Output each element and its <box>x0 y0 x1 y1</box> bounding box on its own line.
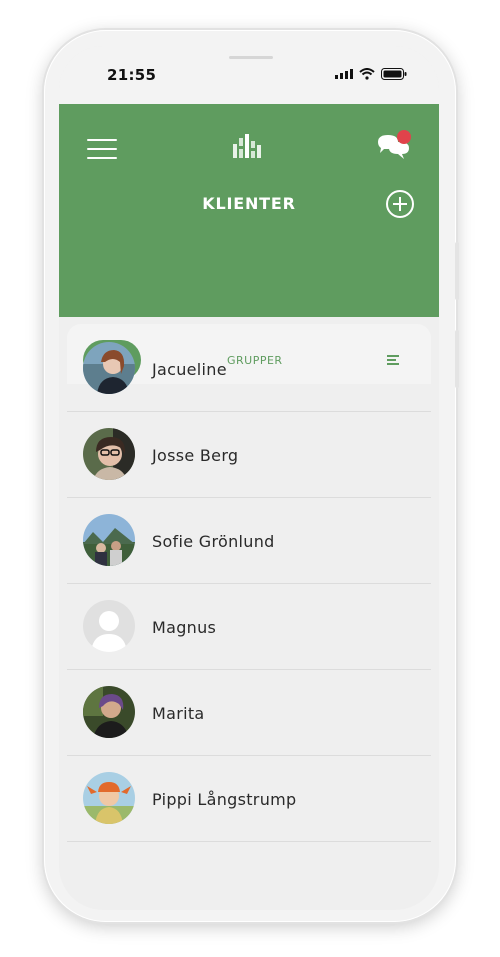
status-icons <box>335 68 407 80</box>
phone-side-button <box>455 330 459 388</box>
status-time: 21:55 <box>107 66 157 84</box>
client-name: Pippi Långstrump <box>152 790 297 809</box>
avatar <box>83 772 135 824</box>
client-list: Jacueline Josse Berg Sofie Grönlund Magn… <box>67 326 431 842</box>
list-item[interactable]: Sofie Grönlund <box>67 498 431 584</box>
app-screen: 21:55 KLIENTER GRUPPER Jacueline Josse B… <box>59 46 439 910</box>
avatar <box>83 514 135 566</box>
list-item[interactable]: Magnus <box>67 584 431 670</box>
client-name: Josse Berg <box>152 446 239 465</box>
page-title: KLIENTER <box>202 194 296 213</box>
avatar <box>83 342 135 394</box>
app-logo-icon <box>233 134 261 158</box>
notification-badge <box>397 130 411 144</box>
list-item[interactable]: Marita <box>67 670 431 756</box>
phone-side-button <box>455 242 459 300</box>
avatar <box>83 686 135 738</box>
chat-bubbles-icon[interactable] <box>375 130 413 164</box>
client-name: Jacueline <box>152 360 227 379</box>
list-item[interactable]: Pippi Långstrump <box>67 756 431 842</box>
list-item[interactable]: Jacueline <box>67 326 431 412</box>
app-header: KLIENTER ALLA GRUPPER <box>59 104 439 384</box>
avatar-placeholder <box>83 600 135 652</box>
battery-icon <box>381 68 407 80</box>
add-client-button[interactable] <box>386 190 414 218</box>
client-name: Sofie Grönlund <box>152 532 275 551</box>
client-name: Marita <box>152 704 205 723</box>
client-name: Magnus <box>152 618 217 637</box>
hamburger-menu-icon[interactable] <box>87 139 117 159</box>
speaker-notch <box>229 56 273 59</box>
avatar <box>83 428 135 480</box>
status-bar: 21:55 <box>59 46 439 104</box>
wifi-icon <box>359 68 375 80</box>
signal-icon <box>335 69 353 79</box>
list-item[interactable]: Josse Berg <box>67 412 431 498</box>
